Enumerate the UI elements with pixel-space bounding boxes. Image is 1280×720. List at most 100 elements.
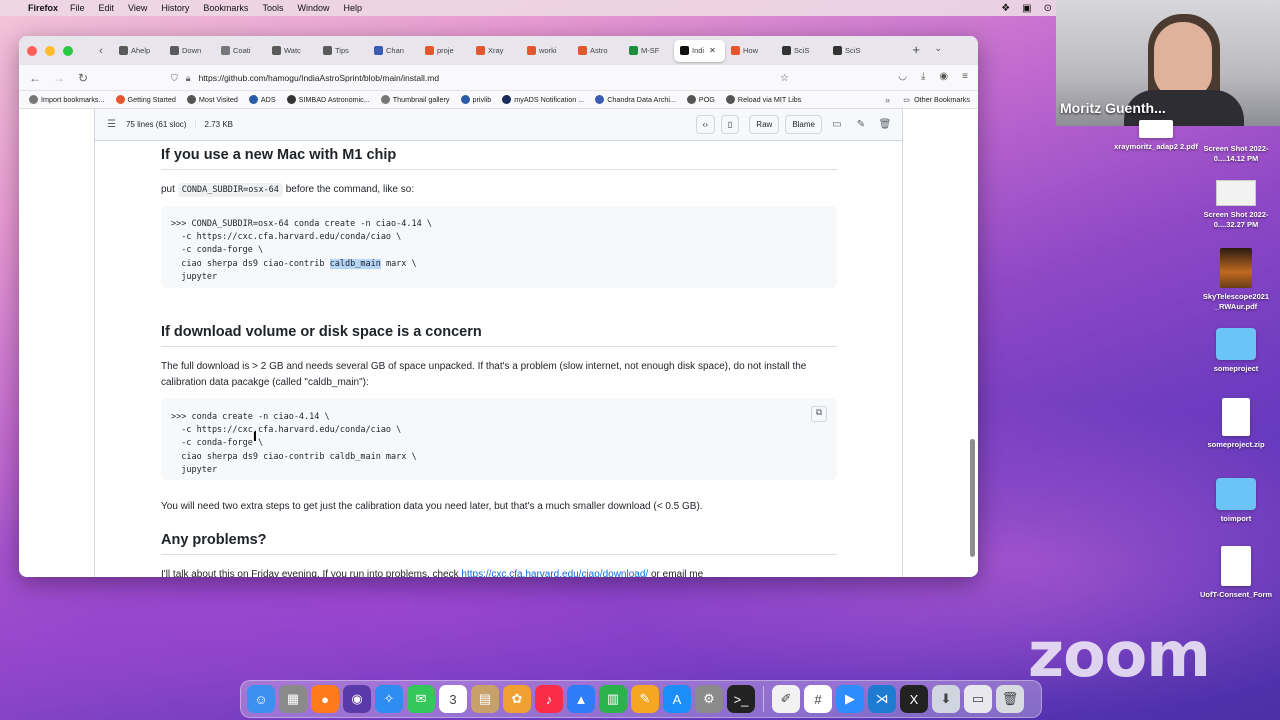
preview-icon[interactable]: ▯ [720,115,740,134]
menu-file[interactable]: File [70,3,85,13]
shield-icon[interactable]: ⛉ [171,73,178,84]
numbers-icon[interactable]: ▥ [599,685,627,713]
tab-7[interactable]: Xray [470,40,521,62]
tab-4[interactable]: Tips [317,40,368,62]
desktop-icon[interactable]: ▭ [828,119,846,130]
notes-icon[interactable]: ▤ [471,685,499,713]
pencil-icon[interactable]: ✎ [852,119,870,130]
firefox-icon[interactable]: ● [311,685,339,713]
safari-icon[interactable]: ✧ [375,685,403,713]
photos-icon[interactable]: ✿ [503,685,531,713]
finder-icon[interactable]: ☺ [247,685,275,713]
outline-icon[interactable]: ☰ [107,119,116,130]
tab-6[interactable]: proje [419,40,470,62]
tab-5[interactable]: Chan [368,40,419,62]
menu-window[interactable]: Window [297,3,329,13]
menu-history[interactable]: History [161,3,189,13]
desktop-screenshot-2[interactable]: Screen Shot 2022-0....32.27 PM [1191,180,1280,230]
tab-10[interactable]: M-SF [623,40,674,62]
downloads-icon[interactable]: ⬇ [932,685,960,713]
tab-1[interactable]: Down [164,40,215,62]
bell-icon[interactable]: ▣ [1022,3,1031,14]
bookmark-8[interactable]: Chandra Data Archi... [595,95,676,104]
desktop-file-skytelescope[interactable]: SkyTelescope2021 _RWAur.pdf [1191,248,1280,312]
tab-0[interactable]: Ahelp [113,40,164,62]
terminal-icon[interactable]: >_ [727,685,755,713]
record-icon[interactable]: ⊙ [1044,3,1052,14]
menu-app-name[interactable]: Firefox [28,3,58,13]
new-tab-icon[interactable]: + [912,42,920,57]
other-bookmarks[interactable]: ▭ Other Bookmarks [903,95,970,104]
forward-icon[interactable]: → [47,71,71,85]
fullscreen-window-button[interactable] [63,45,73,56]
desktop-file-someproject-zip[interactable]: someproject.zip [1191,398,1280,450]
pocket-icon[interactable]: ◡ [898,71,907,82]
bookmark-9[interactable]: POG [686,95,715,104]
url-text[interactable]: https://github.com/hamogu/IndiaAstroSpri… [199,73,440,83]
calendar-icon[interactable]: 3 [439,685,467,713]
code-view-icon[interactable]: ‹› [695,115,715,134]
bookmark-3[interactable]: ADS [248,95,276,104]
slack-icon[interactable]: # [804,685,832,713]
tab-12[interactable]: How [725,40,776,62]
ciao-download-link[interactable]: https://cxc.cfa.harvard.edu/ciao/downloa… [461,569,648,577]
tab-2[interactable]: Coati [215,40,266,62]
tab-11[interactable]: Indi ✕ [674,39,725,62]
x11-icon[interactable]: X [900,685,928,713]
account-icon[interactable]: ◉ [939,71,948,82]
textedit-icon[interactable]: ✐ [772,685,800,713]
tab-9[interactable]: Astro [572,40,623,62]
vscode-icon[interactable]: ⋊ [868,685,896,713]
close-tab-icon[interactable]: ✕ [709,46,716,55]
copy-icon[interactable]: ⧉ [811,406,827,422]
reload-icon[interactable]: ↻ [71,71,95,85]
menu-edit[interactable]: Edit [99,3,115,13]
app-store-icon[interactable]: A [663,685,691,713]
code-block-download[interactable]: >>> conda create -n ciao-4.14 \ -c https… [161,398,837,480]
minimize-window-button[interactable] [45,45,55,56]
scrollbar[interactable] [970,439,975,557]
keynote-icon[interactable]: ▲ [567,685,595,713]
bookmark-7[interactable]: myADS Notification ... [502,95,584,104]
back-icon[interactable]: ← [23,71,47,85]
chevron-down-icon[interactable]: ⌄ [934,43,942,54]
system-preferences-icon[interactable]: ⚙ [695,685,723,713]
menu-icon[interactable]: ≡ [962,71,968,82]
code-block-m1[interactable]: >>> CONDA_SUBDIR=osx-64 conda create -n … [161,206,837,288]
blame-button[interactable]: Blame [785,115,822,134]
menu-tools[interactable]: Tools [262,3,283,13]
desktop-folder-someproject[interactable]: someproject [1191,328,1280,374]
tab-14[interactable]: SciS [827,40,878,62]
messages-icon[interactable]: ✉ [407,685,435,713]
dropbox-icon[interactable]: ❖ [1001,3,1010,14]
music-icon[interactable]: ♪ [535,685,563,713]
scroll-tabs-left-icon[interactable]: ‹ [89,45,113,57]
github-desktop-icon[interactable]: ◉ [343,685,371,713]
desktop-folder-toimport[interactable]: toimport [1191,478,1280,524]
launchpad-icon[interactable]: ▦ [279,685,307,713]
trash-icon[interactable]: 🗑 [996,685,1024,713]
zoom-video-tile[interactable]: Moritz Guenth... [1056,0,1280,126]
documents-icon[interactable]: ▭ [964,685,992,713]
bookmark-4[interactable]: SIMBAD Astronomic... [286,95,370,104]
menu-view[interactable]: View [128,3,147,13]
close-window-button[interactable] [27,45,37,56]
bookmark-6[interactable]: privlib [460,95,491,104]
menu-help[interactable]: Help [343,3,362,13]
bookmark-1[interactable]: Getting Started [115,95,176,104]
trash-icon[interactable]: 🗑︎ [876,119,894,130]
desktop-file-consent-form[interactable]: UofT-Consent_Form [1191,546,1280,600]
lock-icon[interactable]: 🔒︎ [186,73,191,84]
tab-8[interactable]: worki [521,40,572,62]
bookmark-0[interactable]: Import bookmarks... [29,95,105,104]
download-icon[interactable]: ⤓ [921,71,925,82]
more-bookmarks-icon[interactable]: » [885,95,890,105]
tab-3[interactable]: Watc [266,40,317,62]
desktop-file-xraymoritz[interactable]: xraymoritz_adap2 2.pdf [1111,120,1201,152]
url-bar[interactable]: ⛉ 🔒︎ https://github.com/hamogu/IndiaAstr… [171,69,811,87]
bookmark-star-icon[interactable]: ☆ [780,73,789,84]
zoom-icon[interactable]: ▶ [836,685,864,713]
bookmark-5[interactable]: Thumbnail gallery [380,95,450,104]
pages-icon[interactable]: ✎ [631,685,659,713]
menu-bookmarks[interactable]: Bookmarks [203,3,248,13]
